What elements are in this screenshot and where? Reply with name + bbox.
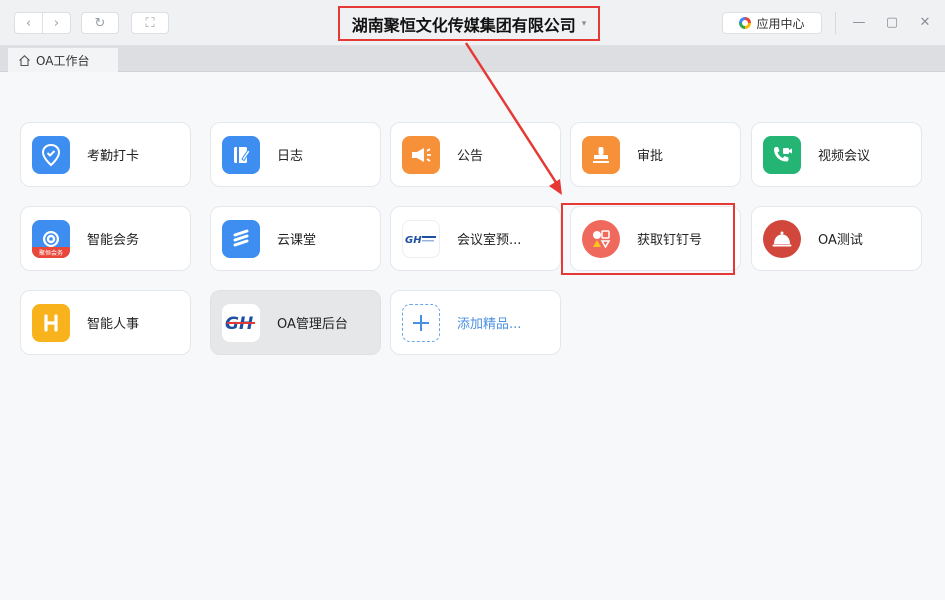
meeting-service-icon: 聚恒会务 bbox=[32, 219, 70, 258]
fullscreen-icon: ⛶ bbox=[145, 15, 155, 31]
app-card-smart-meeting[interactable]: 聚恒会务 智能会务 bbox=[20, 206, 191, 271]
app-label: 公告 bbox=[457, 149, 484, 164]
close-icon: ✕ bbox=[919, 14, 931, 30]
refresh-icon: ↻ bbox=[94, 15, 106, 31]
maximize-icon: ▢ bbox=[885, 14, 899, 30]
tab-bar: OA工作台 bbox=[0, 46, 945, 72]
app-card-smart-hr[interactable]: 智能人事 bbox=[20, 290, 191, 355]
svg-text:GH: GH bbox=[405, 235, 422, 246]
caret-down-icon: ▾ bbox=[581, 18, 587, 29]
refresh-button[interactable]: ↻ bbox=[81, 12, 119, 34]
location-check-icon bbox=[32, 135, 70, 174]
gh-logo-icon: GH bbox=[222, 303, 260, 342]
titlebar-divider bbox=[835, 12, 836, 34]
company-switcher[interactable]: 湖南聚恒文化传媒集团有限公司 ▾ bbox=[338, 6, 600, 41]
icon-badge-text: 聚恒会务 bbox=[38, 249, 63, 257]
app-label: 智能会务 bbox=[87, 233, 140, 248]
app-label: 会议室预... bbox=[457, 233, 522, 248]
close-button[interactable]: ✕ bbox=[917, 14, 933, 30]
add-icon bbox=[402, 303, 440, 342]
app-label: 审批 bbox=[637, 149, 664, 164]
minimize-icon: — bbox=[852, 14, 866, 30]
tab-oa-workbench[interactable]: OA工作台 bbox=[8, 48, 118, 72]
journal-edit-icon bbox=[222, 135, 260, 174]
megaphone-icon bbox=[402, 135, 440, 174]
highlight-box bbox=[561, 203, 735, 275]
app-card-attendance[interactable]: 考勤打卡 bbox=[20, 122, 191, 187]
chevron-left-icon: ‹ bbox=[25, 15, 32, 31]
app-card-room-booking[interactable]: GH 会议室预... bbox=[390, 206, 561, 271]
back-button[interactable]: ‹ bbox=[14, 12, 43, 34]
app-card-approval[interactable]: 审批 bbox=[570, 122, 741, 187]
fullscreen-button[interactable]: ⛶ bbox=[131, 12, 169, 34]
app-center-label: 应用中心 bbox=[756, 16, 805, 31]
app-card-oa-test[interactable]: OA测试 bbox=[751, 206, 922, 271]
app-label: OA测试 bbox=[818, 233, 863, 248]
video-call-icon bbox=[763, 135, 801, 174]
app-card-journal[interactable]: 日志 bbox=[210, 122, 381, 187]
app-label: 添加精品... bbox=[457, 317, 522, 332]
forward-button[interactable]: › bbox=[42, 12, 71, 34]
chevron-right-icon: › bbox=[53, 15, 60, 31]
minimize-button[interactable]: — bbox=[851, 14, 867, 30]
app-center-button[interactable]: 应用中心 bbox=[722, 12, 822, 34]
company-name: 湖南聚恒文化传媒集团有限公司 bbox=[351, 15, 576, 35]
app-card-cloud-classroom[interactable]: 云课堂 bbox=[210, 206, 381, 271]
app-card-add-app[interactable]: 添加精品... bbox=[390, 290, 561, 355]
app-card-video-meeting[interactable]: 视频会议 bbox=[751, 122, 922, 187]
app-card-oa-admin[interactable]: GH OA管理后台 bbox=[210, 290, 381, 355]
service-bell-icon bbox=[763, 219, 801, 258]
app-label: 日志 bbox=[277, 149, 304, 164]
app-label: 云课堂 bbox=[277, 233, 317, 248]
app-label: 智能人事 bbox=[87, 317, 140, 332]
cloud-classroom-icon bbox=[222, 219, 260, 258]
app-label: 视频会议 bbox=[818, 149, 871, 164]
home-icon bbox=[19, 54, 30, 66]
stamp-icon bbox=[582, 135, 620, 174]
hr-icon bbox=[32, 303, 70, 342]
app-center-icon bbox=[739, 17, 752, 29]
app-label: 考勤打卡 bbox=[87, 149, 140, 164]
juheng-logo-icon: GH bbox=[402, 219, 440, 258]
tab-label: OA工作台 bbox=[36, 53, 90, 68]
title-bar: ‹ › ↻ ⛶ 湖南聚恒文化传媒集团有限公司 ▾ 应用中心 — ▢ ✕ bbox=[0, 0, 945, 46]
maximize-button[interactable]: ▢ bbox=[884, 14, 900, 30]
app-label: OA管理后台 bbox=[277, 317, 348, 332]
app-card-announcement[interactable]: 公告 bbox=[390, 122, 561, 187]
